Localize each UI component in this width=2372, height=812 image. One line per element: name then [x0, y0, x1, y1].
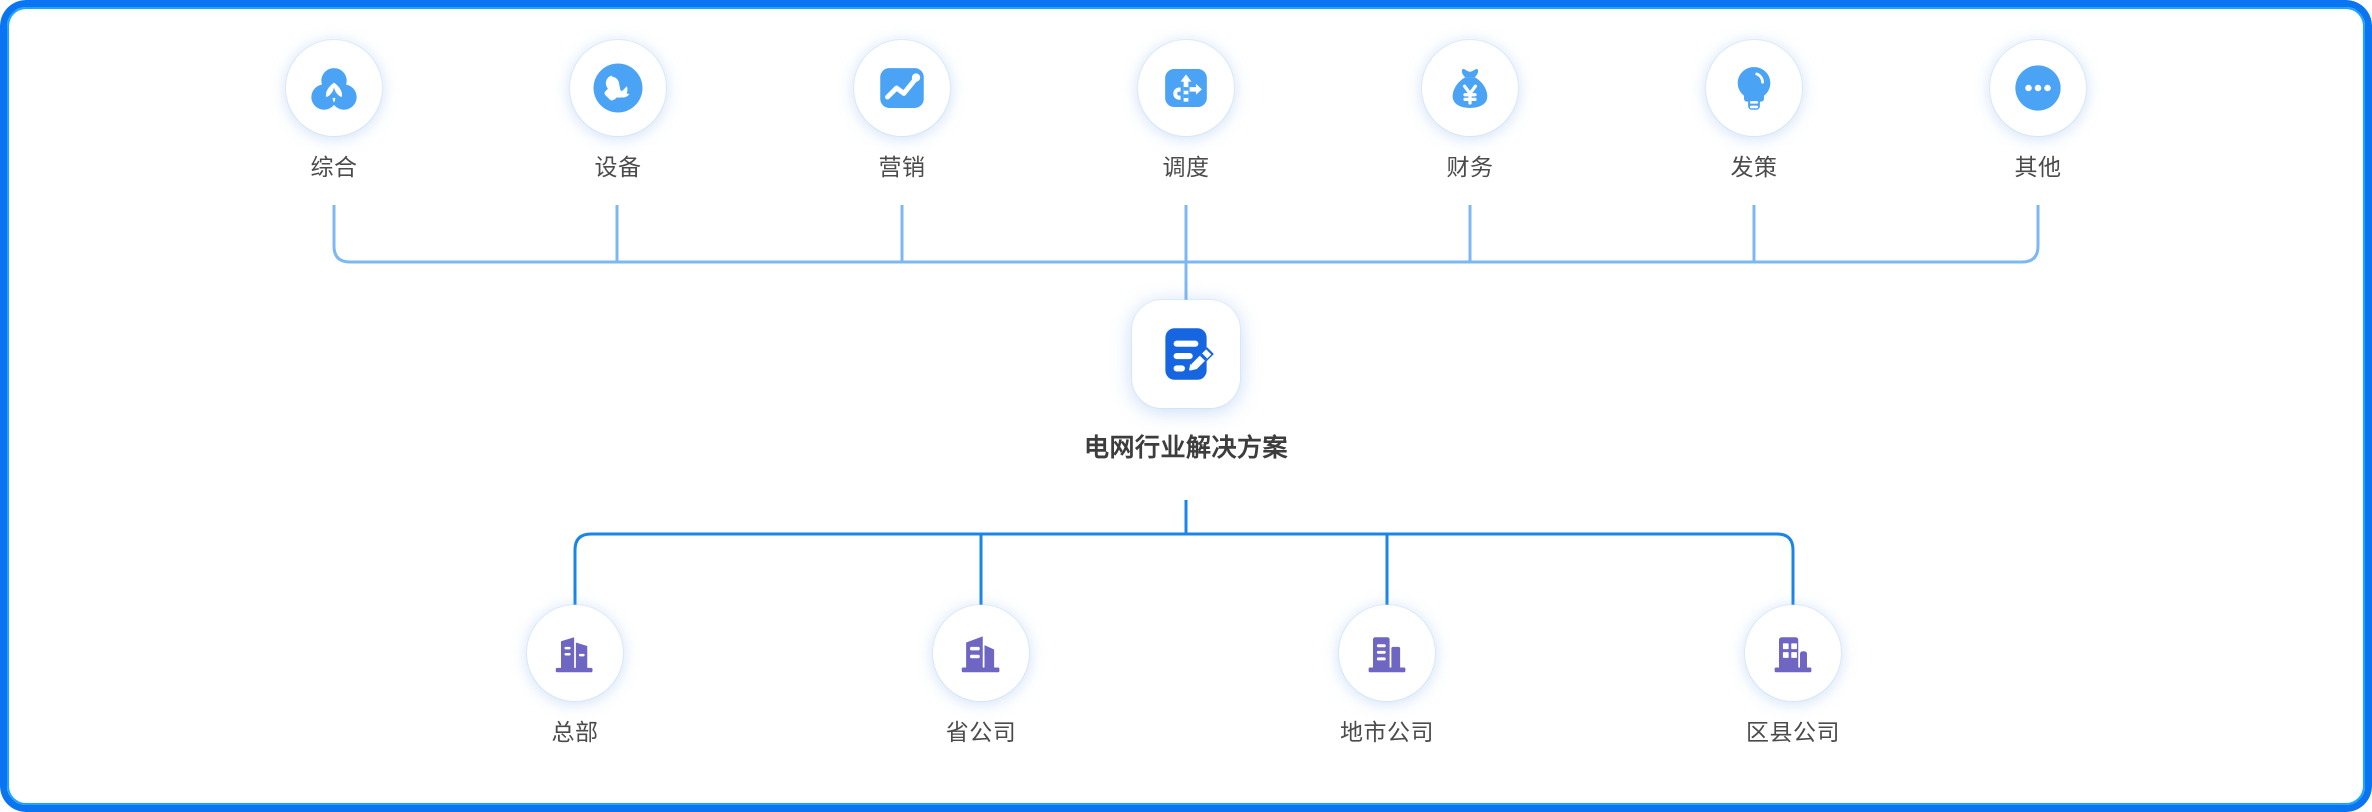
node-badge[interactable] — [1745, 605, 1841, 701]
node-badge[interactable] — [854, 40, 950, 136]
node-badge[interactable] — [933, 605, 1029, 701]
node-badge[interactable] — [1339, 605, 1435, 701]
wrench-icon — [589, 59, 647, 117]
top-node-dispatch[interactable]: 调度 — [1096, 40, 1276, 182]
node-label: 发策 — [1730, 154, 1778, 180]
diagram-canvas: 综合 设备 营销 调度 财务 发策 其他 电网行业解决方案 总部 省公司 地市公… — [0, 0, 2372, 812]
top-node-comprehensive[interactable]: 综合 — [244, 40, 424, 182]
document-edit-icon — [1153, 321, 1219, 387]
top-node-marketing[interactable]: 营销 — [812, 40, 992, 182]
node-label: 设备 — [594, 154, 642, 180]
node-badge[interactable] — [570, 40, 666, 136]
node-badge[interactable] — [1706, 40, 1802, 136]
node-label: 综合 — [310, 154, 358, 180]
buildings-tower-icon — [1359, 625, 1415, 681]
center-node-label: 电网行业解决方案 — [1084, 434, 1289, 462]
node-label: 其他 — [2014, 154, 2062, 180]
node-badge[interactable] — [286, 40, 382, 136]
venn-circles-icon — [305, 59, 363, 117]
money-bag-yuan-icon — [1441, 59, 1499, 117]
lightbulb-icon — [1725, 59, 1783, 117]
bottom-node-city[interactable]: 地市公司 — [1297, 605, 1477, 747]
node-badge[interactable] — [1990, 40, 2086, 136]
buildings-twin-icon — [547, 625, 603, 681]
node-badge[interactable] — [1422, 40, 1518, 136]
node-label: 总部 — [551, 719, 599, 745]
line-chart-icon — [873, 59, 931, 117]
node-label: 调度 — [1162, 154, 1210, 180]
node-label: 财务 — [1446, 154, 1494, 180]
top-node-other[interactable]: 其他 — [1948, 40, 2128, 182]
solution-architecture-diagram: 综合 设备 营销 调度 财务 发策 其他 电网行业解决方案 总部 省公司 地市公… — [0, 0, 2372, 812]
node-label: 省公司 — [945, 719, 1017, 745]
node-label: 营销 — [878, 154, 926, 180]
buildings-grid-icon — [1765, 625, 1821, 681]
ellipsis-circle-icon — [2009, 59, 2067, 117]
dispatch-arrows-icon — [1157, 59, 1215, 117]
center-node-solution[interactable]: 电网行业解决方案 — [1084, 300, 1288, 464]
node-badge[interactable] — [527, 605, 623, 701]
buildings-office-icon — [953, 625, 1009, 681]
top-bus-line — [332, 205, 2040, 264]
node-badge[interactable] — [1138, 40, 1234, 136]
top-node-equipment[interactable]: 设备 — [528, 40, 708, 182]
bottom-bus-line — [573, 532, 1795, 605]
top-node-policy[interactable]: 发策 — [1664, 40, 1844, 182]
center-node-badge[interactable] — [1132, 300, 1240, 408]
node-label: 地市公司 — [1340, 719, 1434, 745]
node-label: 区县公司 — [1746, 719, 1840, 745]
bottom-node-province[interactable]: 省公司 — [891, 605, 1071, 747]
top-node-finance[interactable]: 财务 — [1380, 40, 1560, 182]
bottom-node-county[interactable]: 区县公司 — [1703, 605, 1883, 747]
bottom-node-headquarters[interactable]: 总部 — [485, 605, 665, 747]
